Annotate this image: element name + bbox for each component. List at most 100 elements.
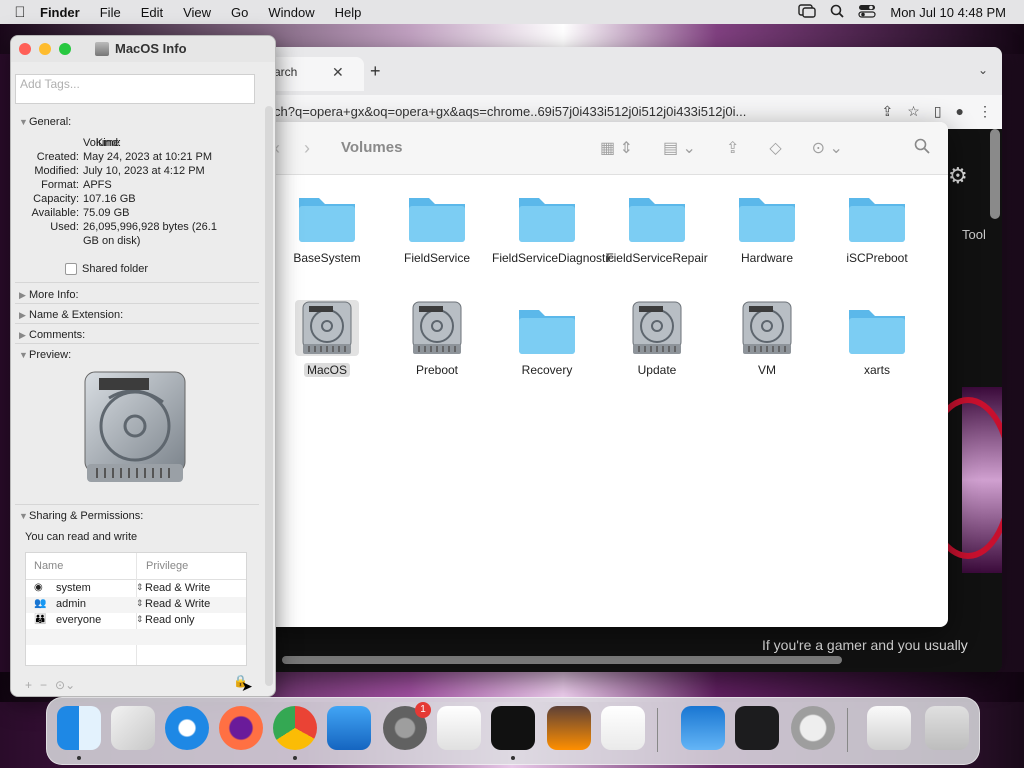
privilege-column-header[interactable]: Privilege — [146, 560, 188, 572]
apple-menu-icon[interactable]:  — [0, 4, 40, 21]
tab-list-chevron-icon[interactable]: ⌄ — [978, 63, 988, 77]
safari-icon[interactable] — [165, 706, 209, 750]
permission-privilege[interactable]: Read & Write — [145, 598, 210, 610]
firefox-icon[interactable] — [219, 706, 263, 750]
minimize-button[interactable] — [39, 43, 51, 55]
menu-window[interactable]: Window — [268, 5, 314, 20]
action-menu-icon[interactable]: ⊙⌄ — [55, 678, 75, 692]
weather-icon[interactable] — [681, 706, 725, 750]
bookmark-star-icon[interactable]: ☆ — [907, 103, 920, 120]
preview-section-header[interactable]: ▼Preview: — [19, 349, 71, 361]
general-section-header[interactable]: ▼General: — [19, 116, 71, 128]
app-store-icon[interactable] — [327, 706, 371, 750]
garageband-icon[interactable] — [547, 706, 591, 750]
vscode-icon[interactable] — [601, 706, 645, 750]
share-icon[interactable]: ⇪ — [726, 138, 739, 158]
search-icon[interactable] — [914, 138, 930, 159]
profile-icon[interactable]: ● — [956, 103, 964, 120]
shared-folder-checkbox[interactable] — [65, 263, 77, 275]
terminal-icon[interactable] — [491, 706, 535, 750]
menu-edit[interactable]: Edit — [141, 5, 163, 20]
disk-volume-item[interactable]: Update — [602, 300, 712, 378]
folder-item[interactable]: BaseSystem — [272, 188, 382, 266]
item-label: Hardware — [740, 251, 794, 265]
stocks-icon[interactable] — [735, 706, 779, 750]
chrome-icon[interactable] — [273, 706, 317, 750]
add-icon[interactable]: + — [25, 678, 32, 692]
folder-item[interactable]: FieldServiceRepair — [602, 188, 712, 266]
folder-item[interactable]: iSCPreboot — [822, 188, 932, 266]
trash-icon[interactable] — [925, 706, 969, 750]
folder-item[interactable]: FieldServiceDiagnostic — [492, 188, 614, 266]
tools-label[interactable]: Tool — [962, 227, 986, 242]
settings-gear-icon[interactable]: ⚙ — [948, 163, 968, 189]
share-icon[interactable]: ⇪ — [882, 103, 894, 120]
privilege-stepper-icon[interactable]: ⇕ — [136, 614, 144, 625]
disk-volume-item[interactable]: MacOS — [272, 300, 382, 378]
dock-separator — [847, 708, 848, 752]
folder-item[interactable]: FieldService — [382, 188, 492, 266]
permission-row[interactable]: 👪 everyone ⇕ Read only — [26, 613, 246, 629]
permission-row[interactable]: 👥 admin ⇕ Read & Write — [26, 597, 246, 613]
permission-row[interactable]: ◉ system ⇕ Read & Write — [26, 581, 246, 597]
screen-mirroring-icon[interactable] — [798, 3, 817, 21]
screenshot-window-icon[interactable] — [867, 706, 911, 750]
dock-separator — [657, 708, 658, 752]
view-grid-icon[interactable]: ▦ ⇕ — [600, 138, 633, 158]
permission-privilege[interactable]: Read only — [145, 614, 195, 626]
privilege-stepper-icon[interactable]: ⇕ — [136, 582, 144, 593]
folder-icon — [739, 198, 795, 242]
vertical-scrollbar[interactable] — [990, 129, 1000, 219]
menu-app-name[interactable]: Finder — [40, 5, 80, 20]
comments-label: Comments: — [29, 329, 86, 341]
url-text[interactable]: ch?q=opera+gx&oq=opera+gx&aqs=chrome..69… — [274, 104, 824, 119]
name-column-header[interactable]: Name — [34, 560, 63, 572]
menu-clock[interactable]: Mon Jul 10 4:48 PM — [890, 5, 1006, 20]
horizontal-scrollbar[interactable] — [282, 656, 842, 664]
remove-icon[interactable]: − — [40, 678, 47, 692]
spotlight-search-icon[interactable] — [830, 4, 845, 21]
permission-privilege[interactable]: Read & Write — [145, 582, 210, 594]
permission-name: admin — [56, 598, 86, 610]
comments-section-header[interactable]: ▶ Comments: — [19, 329, 85, 341]
disk-volume-item[interactable]: VM — [712, 300, 822, 378]
menu-view[interactable]: View — [183, 5, 211, 20]
forward-chevron-icon[interactable]: › — [304, 138, 310, 159]
divider — [15, 323, 259, 324]
group-by-icon[interactable]: ▤ ⌄ — [663, 138, 696, 158]
launchpad-icon[interactable] — [111, 706, 155, 750]
sharing-section-header[interactable]: ▼Sharing & Permissions: — [19, 510, 143, 522]
info-scrollbar[interactable] — [265, 106, 273, 686]
disk-volume-item[interactable]: Preboot — [382, 300, 492, 378]
folder-item[interactable]: Recovery — [492, 300, 602, 378]
tag-icon[interactable]: ◇ — [769, 138, 781, 158]
close-button[interactable] — [19, 43, 31, 55]
close-tab-icon[interactable]: ✕ — [332, 57, 344, 87]
browser-tab[interactable]: arch ✕ — [262, 57, 364, 91]
side-panel-icon[interactable]: ▯ — [934, 103, 942, 120]
folder-icon — [519, 198, 575, 242]
browser-menu-icon[interactable]: ⋮ — [978, 103, 992, 120]
folder-item[interactable]: xarts — [822, 300, 932, 378]
tags-field[interactable]: Add Tags... — [15, 74, 255, 104]
preview-label: Preview: — [29, 349, 72, 361]
more-actions-icon[interactable]: ⊙ ⌄ — [812, 138, 843, 158]
divider — [15, 303, 259, 304]
notification-badge: 1 — [415, 702, 431, 718]
finder-icon[interactable] — [57, 706, 101, 750]
zoom-button[interactable] — [59, 43, 71, 55]
item-label: FieldService — [403, 251, 471, 265]
textedit-icon[interactable] — [437, 706, 481, 750]
new-tab-icon[interactable]: + — [370, 61, 381, 82]
folder-item[interactable]: Hardware — [712, 188, 822, 266]
control-center-icon[interactable] — [858, 4, 876, 21]
name-extension-section-header[interactable]: ▶ Name & Extension: — [19, 309, 123, 321]
menu-go[interactable]: Go — [231, 5, 248, 20]
disk-utility-icon[interactable] — [791, 706, 835, 750]
disk-icon — [742, 301, 792, 354]
menu-help[interactable]: Help — [335, 5, 362, 20]
privilege-stepper-icon[interactable]: ⇕ — [136, 598, 144, 609]
menu-file[interactable]: File — [100, 5, 121, 20]
user-icon: ◉ — [34, 582, 43, 593]
more-info-section-header[interactable]: ▶ More Info: — [19, 289, 79, 301]
